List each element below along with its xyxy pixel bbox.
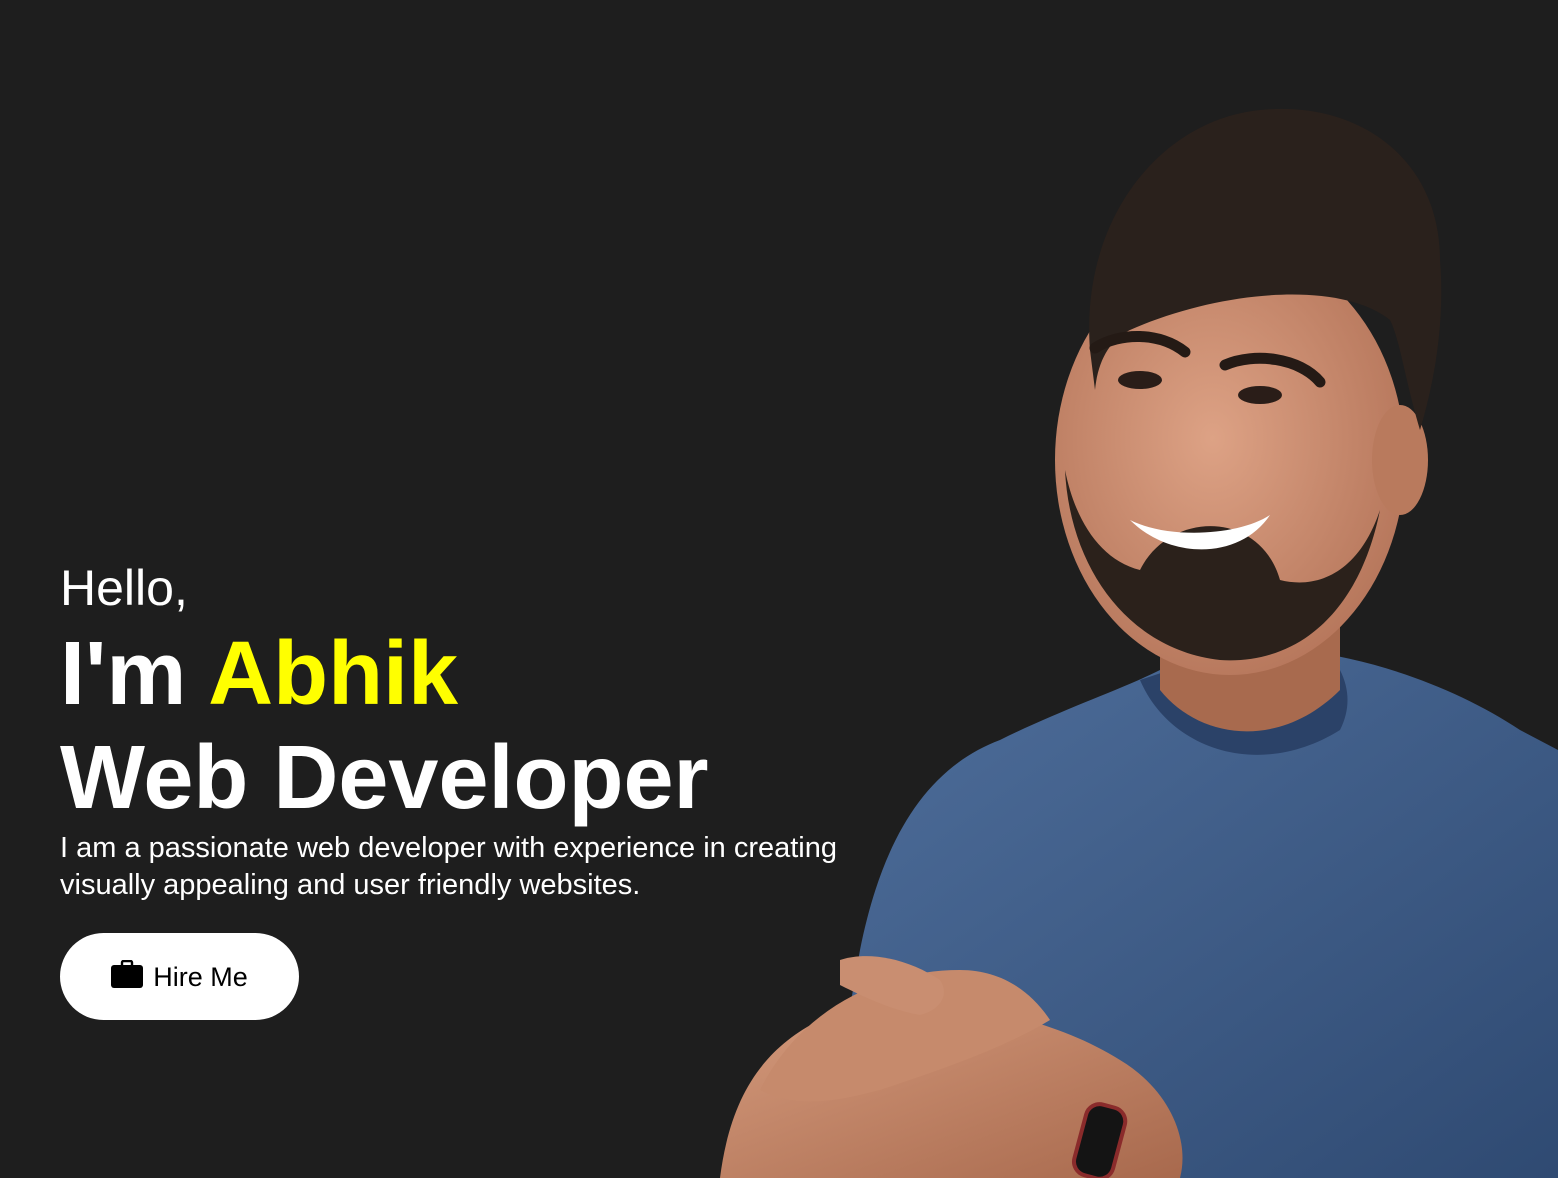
briefcase-icon <box>111 959 144 988</box>
hire-me-label: Hire Me <box>153 962 248 992</box>
name-prefix: I'm <box>60 624 209 724</box>
portrait-image <box>720 108 1558 1178</box>
left-eye <box>1118 371 1162 389</box>
name-highlight: Abhik <box>208 624 459 724</box>
right-eye <box>1238 386 1282 404</box>
hire-me-button[interactable]: Hire Me <box>60 933 299 1020</box>
hero-section: Hello, I'm Abhik Web Developer I am a pa… <box>0 0 1558 1178</box>
